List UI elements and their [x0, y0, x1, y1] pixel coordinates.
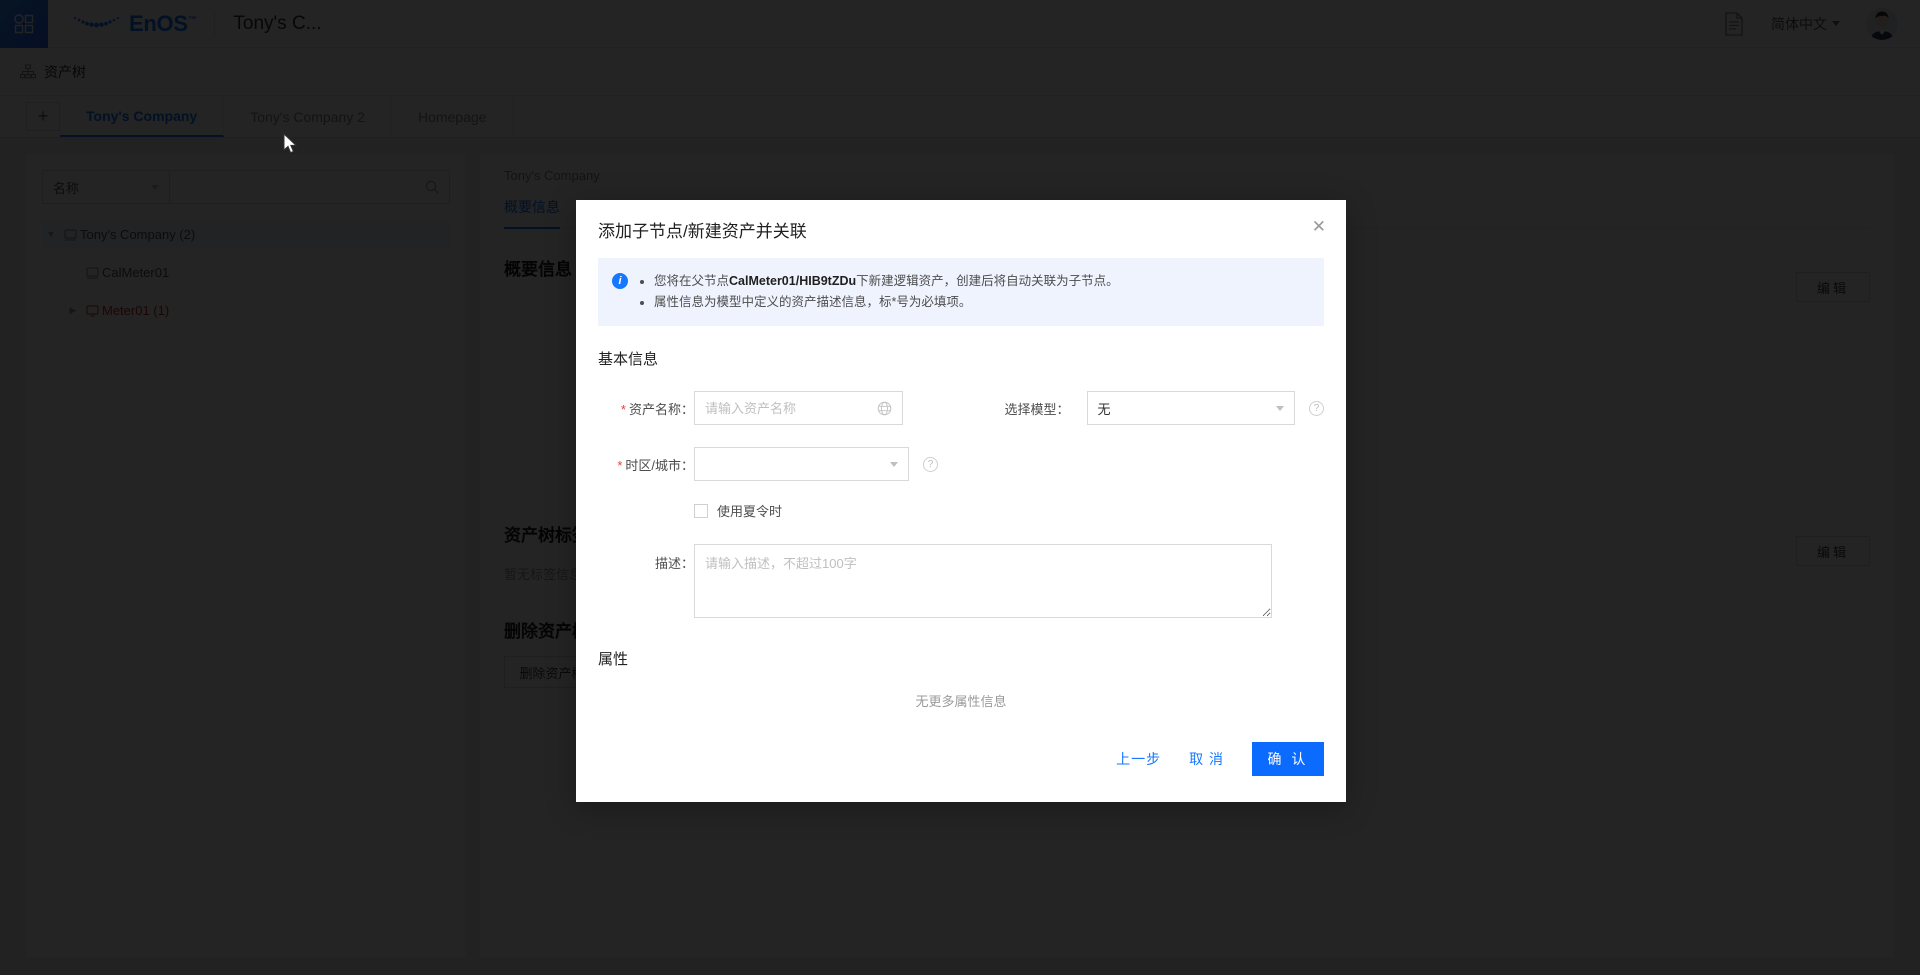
- question-circle-icon[interactable]: ?: [1309, 401, 1324, 416]
- basic-info-section-title: 基本信息: [598, 348, 1324, 369]
- attributes-empty-note: 无更多属性信息: [598, 691, 1324, 716]
- dialog-footer: 上一步 取 消 确 认: [576, 716, 1346, 802]
- app-root: EnOS™ Tony's C... 简体中文: [0, 0, 1920, 975]
- description-label: 描述：: [598, 544, 694, 618]
- question-circle-icon[interactable]: ?: [923, 457, 938, 472]
- form-row-dst: 使用夏令时: [598, 501, 1324, 520]
- info-line-2: 属性信息为模型中定义的资产描述信息，标*号为必填项。: [654, 292, 1119, 313]
- model-value: 无: [1098, 399, 1111, 418]
- mouse-cursor: [283, 133, 299, 155]
- info-icon: i: [612, 273, 628, 289]
- parent-node-path: CalMeter01/HIB9tZDu: [729, 274, 856, 288]
- timezone-select[interactable]: [694, 447, 909, 481]
- dialog-title: 添加子节点/新建资产并关联: [598, 217, 807, 242]
- chevron-down-icon: [890, 462, 898, 467]
- dst-label[interactable]: 使用夏令时: [717, 501, 782, 520]
- model-select[interactable]: 无: [1087, 391, 1296, 425]
- timezone-label-text: 时区/城市：: [625, 458, 694, 473]
- confirm-button[interactable]: 确 认: [1252, 742, 1324, 776]
- form-row-timezone: *时区/城市： ?: [598, 447, 1324, 481]
- timezone-label: *时区/城市：: [598, 455, 694, 474]
- required-marker: *: [617, 458, 622, 473]
- chevron-down-icon: [1276, 406, 1284, 411]
- info-pre: 您将在父节点: [654, 274, 729, 288]
- dialog-body: i 您将在父节点CalMeter01/HIB9tZDu下新建逻辑资产，创建后将自…: [576, 258, 1346, 716]
- add-child-node-dialog: 添加子节点/新建资产并关联 ✕ i 您将在父节点CalMeter01/HIB9t…: [576, 200, 1346, 802]
- form-row-description: 描述：: [598, 544, 1324, 618]
- asset-name-label: *资产名称：: [598, 399, 694, 418]
- cancel-button[interactable]: 取 消: [1189, 749, 1224, 769]
- attributes-section-title: 属性: [598, 648, 1324, 669]
- globe-translate-icon[interactable]: [877, 401, 892, 416]
- info-banner: i 您将在父节点CalMeter01/HIB9tZDu下新建逻辑资产，创建后将自…: [598, 258, 1324, 326]
- required-marker: *: [621, 402, 626, 417]
- asset-name-label-text: 资产名称：: [629, 402, 694, 417]
- previous-step-button[interactable]: 上一步: [1116, 749, 1161, 769]
- form-row-name-model: *资产名称： 选择模型： 无: [598, 391, 1324, 425]
- asset-name-input[interactable]: [705, 401, 877, 416]
- dialog-header: 添加子节点/新建资产并关联 ✕: [576, 200, 1346, 258]
- close-icon[interactable]: ✕: [1312, 218, 1326, 235]
- description-textarea[interactable]: [694, 544, 1272, 618]
- model-label: 选择模型：: [1005, 399, 1087, 418]
- info-post: 下新建逻辑资产，创建后将自动关联为子节点。: [856, 274, 1119, 288]
- dst-checkbox[interactable]: [694, 504, 708, 518]
- info-line-1: 您将在父节点CalMeter01/HIB9tZDu下新建逻辑资产，创建后将自动关…: [654, 271, 1119, 292]
- asset-name-field[interactable]: [694, 391, 903, 425]
- info-banner-list: 您将在父节点CalMeter01/HIB9tZDu下新建逻辑资产，创建后将自动关…: [638, 271, 1119, 313]
